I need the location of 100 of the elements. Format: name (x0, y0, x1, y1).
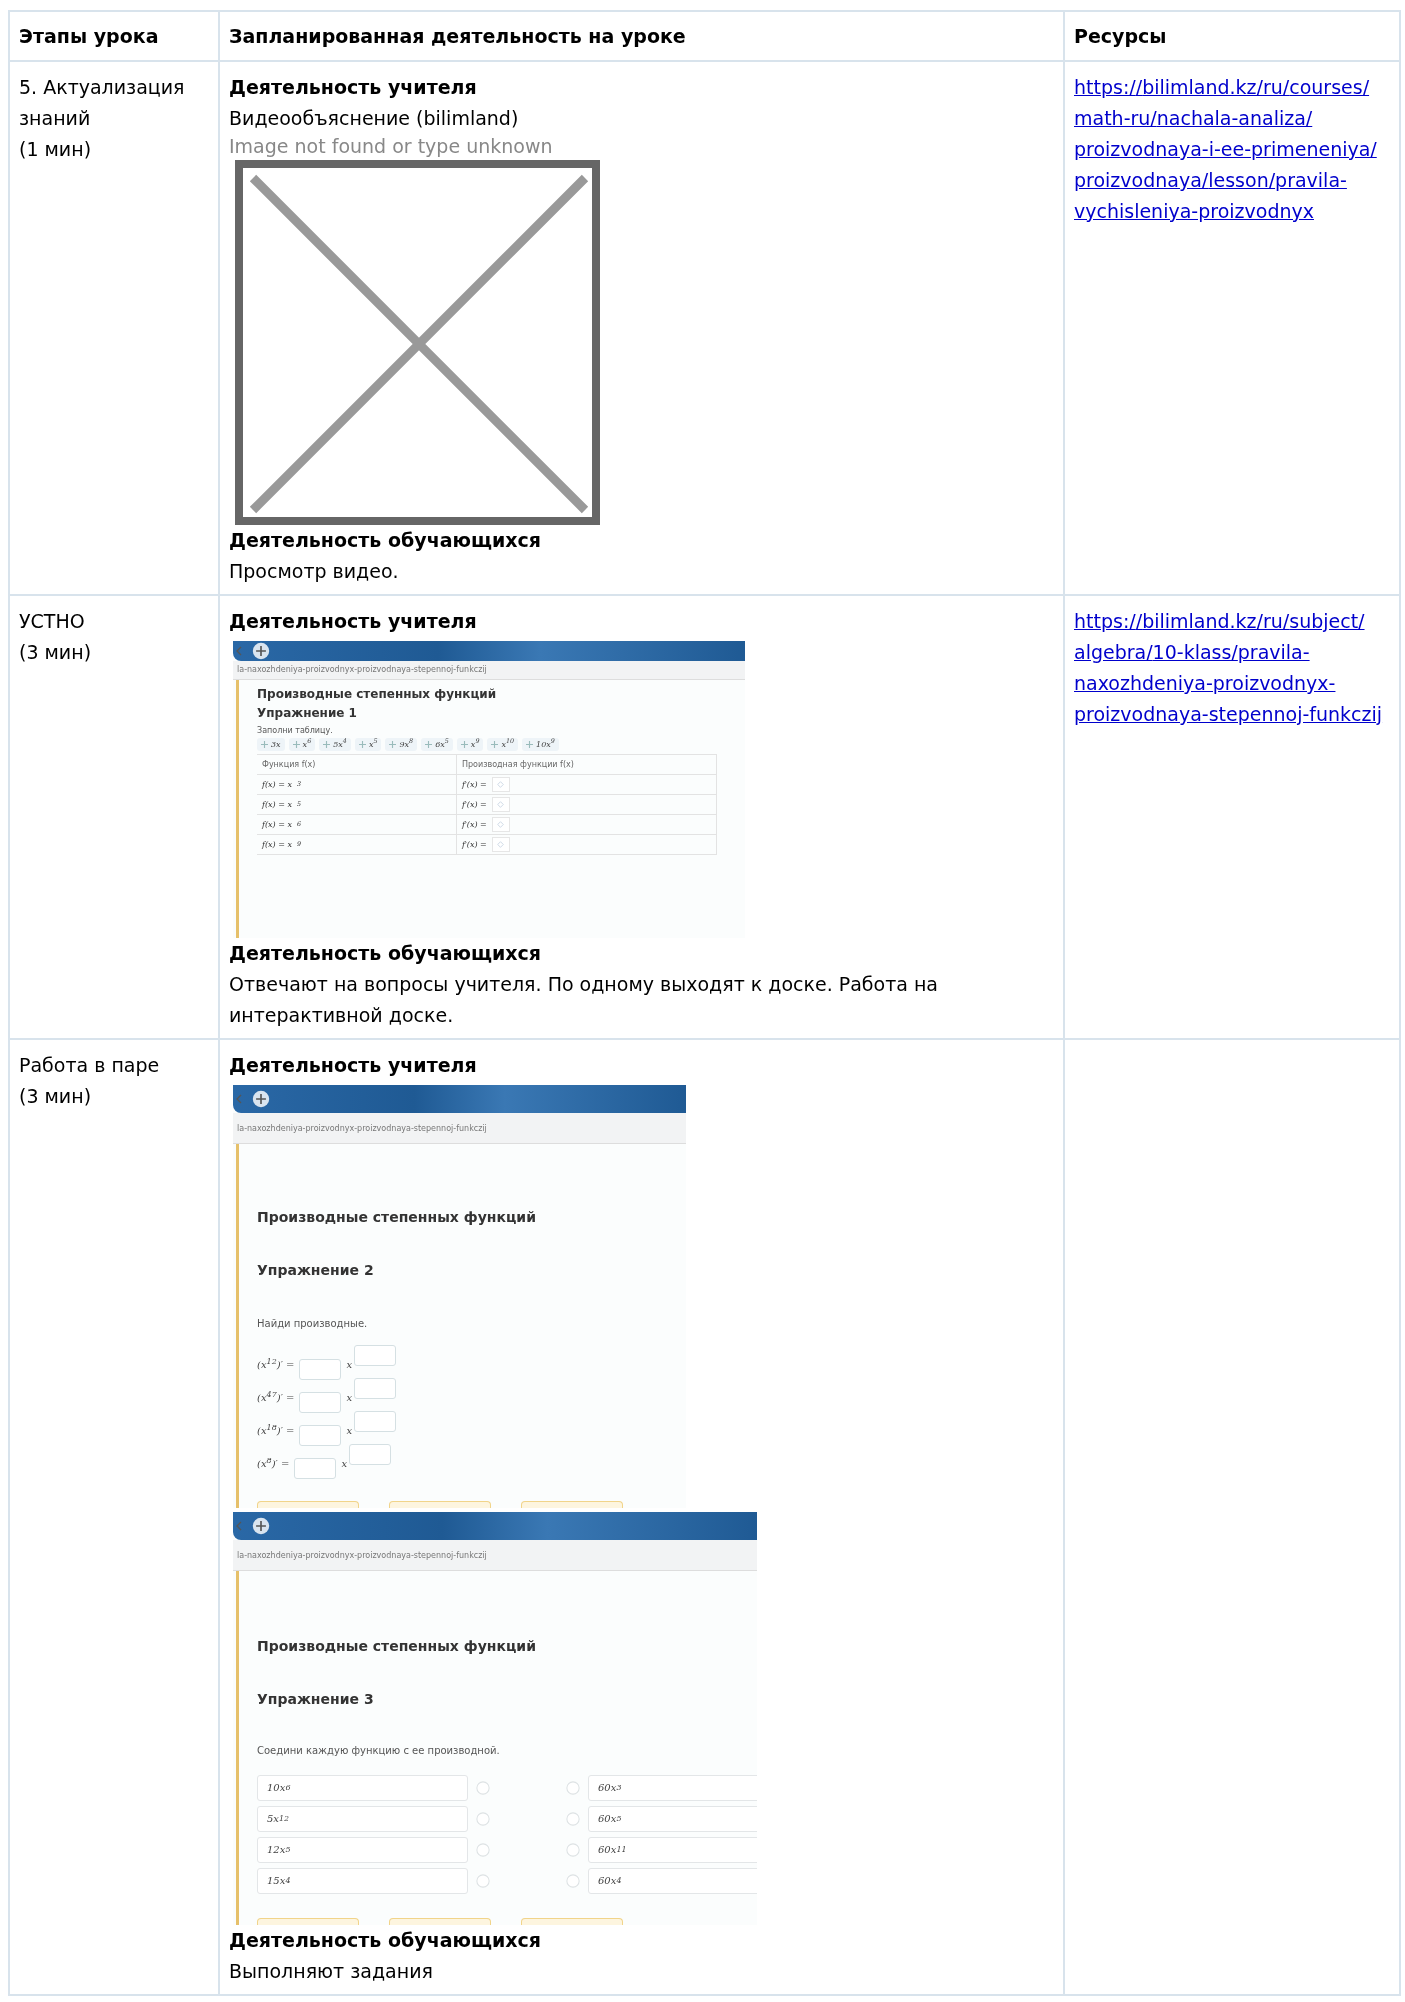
derivative-label: f′(x) = (462, 799, 487, 810)
lesson-stage-text: Работа в паре (19, 1053, 161, 1078)
exponent-field[interactable] (349, 1444, 391, 1465)
exercise-title: Производные степенных функций (257, 1208, 536, 1227)
address-bar[interactable]: la-naxozhdeniya-proizvodnyx-proizvodnaya-stepennoj-funkczij (233, 661, 745, 680)
drop-field[interactable] (491, 836, 510, 852)
derivative-expression: (x$^{18}$)′ = (257, 1421, 295, 1438)
plus-icon (261, 740, 268, 748)
lesson-stage-text: (3 мин) (19, 640, 93, 665)
exercise-heading: Упражнение 3 (257, 1690, 374, 1709)
plus-icon (389, 740, 397, 748)
derivative-expression: (x$^{12}$)′ = (257, 1355, 295, 1372)
activity-heading: Деятельность обучающихся (229, 528, 542, 553)
lesson-stage-text: (1 мин) (19, 137, 93, 162)
radio-button[interactable] (566, 1842, 580, 1857)
column-header: Ресурсы (1074, 24, 1168, 49)
image-alt-text: Image not found or type unknown (229, 134, 554, 158)
lesson-stage-text: (3 мин) (19, 1084, 93, 1109)
answer-chip[interactable]: x$^{9}$ (456, 737, 484, 751)
column-header: Этапы урока (19, 24, 160, 49)
radio-button[interactable] (476, 1873, 490, 1888)
activity-text: Просмотр видео. (229, 559, 400, 584)
address-bar[interactable]: la-naxozhdeniya-proizvodnyx-proizvodnaya-stepennoj-funkczij (233, 1113, 686, 1144)
exponent-field[interactable] (354, 1345, 397, 1366)
answer-field[interactable] (299, 1392, 342, 1413)
radio-button[interactable] (476, 1811, 490, 1826)
exercise-heading: Упражнение 2 (257, 1261, 374, 1280)
drop-field[interactable] (491, 796, 510, 812)
answer-chip[interactable]: 10x$^{9}$ (522, 737, 559, 751)
derivative-label: f′(x) = (462, 819, 487, 830)
cut-off-button[interactable] (257, 1501, 359, 1508)
answer-field[interactable] (299, 1359, 342, 1380)
radio-button[interactable] (566, 1811, 580, 1826)
answer-chip[interactable]: x$^{5}$ (354, 737, 382, 751)
answer-chip[interactable]: 3x (257, 737, 285, 751)
answer-chip[interactable]: 6x$^{5}$ (421, 737, 453, 751)
plus-icon (358, 740, 366, 748)
cut-off-button[interactable] (389, 1918, 491, 1925)
broken-image-icon (235, 160, 600, 525)
cut-off-button[interactable] (389, 1501, 491, 1508)
answer-chip[interactable]: x$^{6}$ (288, 737, 316, 751)
plus-icon (323, 740, 331, 748)
cut-off-button[interactable] (257, 1918, 359, 1925)
answer-chip[interactable]: 5x$^{4}$ (319, 737, 351, 751)
address-bar[interactable]: la-naxozhdeniya-proizvodnyx-proizvodnaya-stepennoj-funkczij (233, 1540, 757, 1571)
column-header: Запланированная деятельность на уроке (229, 24, 687, 49)
back-icon[interactable] (236, 1521, 242, 1531)
variable-label: x (341, 1457, 347, 1471)
derivative-expression: (x$^{8}$)′ = (257, 1454, 290, 1471)
activity-heading: Деятельность обучающихся (229, 1928, 542, 1953)
plus-icon (292, 740, 300, 748)
back-icon[interactable] (236, 646, 242, 656)
activity-heading: Деятельность учителя (229, 609, 478, 634)
lesson-stage-text: УСТНО (19, 609, 86, 634)
exponent-field[interactable] (354, 1378, 397, 1399)
plus-icon (460, 740, 468, 748)
cut-off-button[interactable] (521, 1918, 623, 1925)
radio-button[interactable] (566, 1780, 580, 1795)
plus-icon (425, 740, 433, 748)
radio-button[interactable] (476, 1780, 490, 1795)
diamond-icon (497, 820, 505, 828)
answer-field[interactable] (299, 1425, 342, 1446)
exercise-instruction: Соедини каждую функцию с ее производной. (257, 1744, 500, 1758)
exercise-heading: Упражнение 1 (257, 706, 357, 721)
radio-button[interactable] (566, 1873, 580, 1888)
diamond-icon (497, 780, 505, 788)
back-icon[interactable] (236, 1094, 242, 1104)
derivative-label: f′(x) = (462, 839, 487, 850)
exercise-instruction: Заполни таблицу. (257, 725, 333, 735)
radio-button[interactable] (476, 1842, 490, 1857)
activity-heading: Деятельность учителя (229, 1053, 478, 1078)
variable-label: x (346, 1391, 353, 1405)
variable-label: x (346, 1358, 353, 1372)
exercise-instruction: Найди производные. (257, 1317, 368, 1331)
activity-heading: Деятельность учителя (229, 75, 478, 100)
diamond-icon (497, 800, 505, 808)
activity-text: Видеообъяснение (bilimland) (229, 106, 520, 131)
plus-icon[interactable] (252, 1090, 270, 1108)
answer-chip[interactable]: x$^{10}$ (487, 737, 519, 751)
derivative-label: f′(x) = (462, 779, 487, 790)
exercise-title: Производные степенных функций (257, 1637, 536, 1656)
resource-link[interactable]: https://bilimland.kz/ru/courses/math-ru/nachala-analiza/proizvodnaya-i-ee-primeneniya/proizvodnaya/lesson/pravila-vychisleniya-proizvodnyx (1074, 72, 1390, 227)
plus-icon[interactable] (252, 1517, 270, 1535)
activity-heading: Деятельность обучающихся (229, 941, 542, 966)
answer-field[interactable] (294, 1458, 337, 1479)
cut-off-button[interactable] (521, 1501, 623, 1508)
exercise-title: Производные степенных функций (257, 688, 497, 702)
lesson-stage-text: 5. Актуализация знаний (19, 75, 186, 131)
drop-field[interactable] (491, 816, 510, 832)
exponent-field[interactable] (354, 1411, 397, 1432)
activity-text: Отвечают на вопросы учителя. По одному выходят к доске. Работа на интерактивной доске. (229, 972, 939, 1028)
table-header: Функция f(x) (257, 754, 457, 775)
variable-label: x (346, 1424, 353, 1438)
table-header: Производная функции f(x) (457, 754, 717, 775)
drop-field[interactable] (491, 776, 510, 792)
answer-chip[interactable]: 9x$^{8}$ (385, 737, 418, 751)
resource-link[interactable]: https://bilimland.kz/ru/subject/algebra/10-klass/pravila-naxozhdeniya-proizvodnyx-proizvodnaya-stepennoj-funkczij (1074, 606, 1390, 730)
plus-icon (526, 740, 534, 748)
plus-icon[interactable] (252, 642, 270, 660)
derivative-expression: (x$^{47}$)′ = (257, 1388, 295, 1405)
